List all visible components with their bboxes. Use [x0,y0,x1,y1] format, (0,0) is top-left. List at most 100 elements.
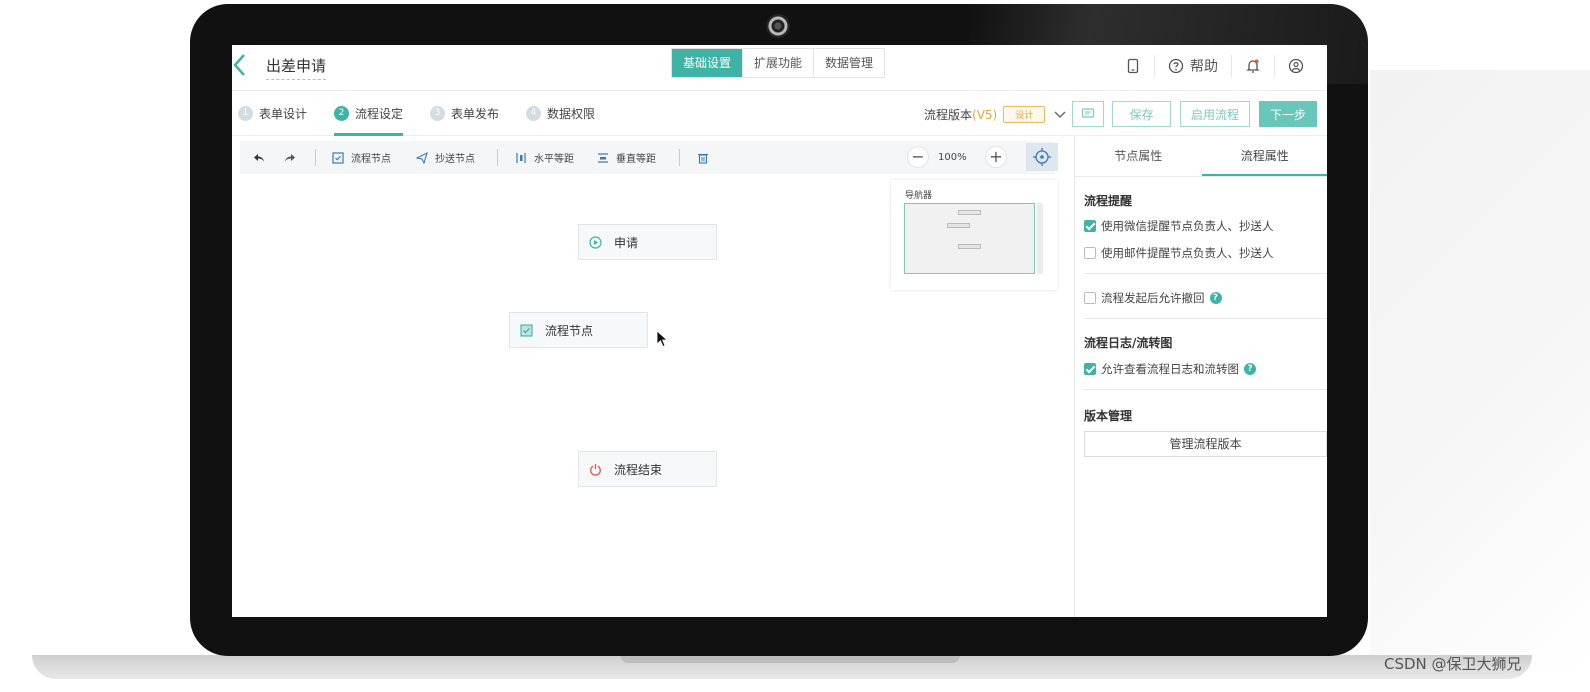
step-data-permission[interactable]: 4 数据权限 [526,102,595,124]
step-label: 流程设定 [355,106,404,121]
vertical-spacing-icon [598,152,608,163]
navigator-mini-node [947,223,970,228]
header-actions: 帮助 [1112,55,1317,77]
trash-icon [698,153,708,164]
play-circle-icon [589,235,602,249]
vertical-spacing-button[interactable]: 垂直等距 [597,141,656,174]
tab-basic-settings[interactable]: 基础设置 [672,49,743,77]
chevron-down-icon [1054,111,1066,118]
next-step-button[interactable]: 下一步 [1259,101,1317,127]
redo-button[interactable] [284,141,303,174]
panel-tabs: 节点属性 流程属性 [1075,137,1327,177]
delete-button[interactable] [697,141,716,174]
help-icon[interactable]: ? [1244,363,1256,375]
zoom-level: 100% [938,152,967,163]
steps-bar: 1 表单设计 2 流程设定 3 表单发布 4 数据权限 流程版本 (V5) 设计… [232,92,1327,136]
tablet-icon [1127,58,1139,74]
comment-button[interactable] [1072,101,1104,127]
step-flow-settings[interactable]: 2 流程设定 [334,102,404,136]
undo-icon [254,153,264,162]
canvas-toolbar: 流程节点 抄送节点 水平等距 垂直等距 − 100% + [240,141,1058,174]
navigator-panel[interactable]: 导航器 [891,180,1057,290]
section-divider [1084,318,1327,319]
step-number: 4 [526,105,541,121]
step-number: 3 [430,105,445,121]
watermark: CSDN @保卫大狮兄 [1384,655,1522,673]
wechat-reminder-option[interactable]: 使用微信提醒节点负责人、抄送人 [1084,218,1274,234]
notification-button[interactable] [1231,55,1274,77]
user-button[interactable] [1274,55,1317,77]
add-flow-node-button[interactable]: 流程节点 [332,141,391,174]
node-flow[interactable]: 流程节点 [509,312,648,348]
step-number: 1 [238,105,253,121]
node-label: 申请 [614,235,639,250]
toolbar-divider [679,149,680,166]
locate-button[interactable] [1026,143,1058,171]
form-node-icon [520,323,533,337]
navigator-title: 导航器 [905,191,933,201]
flow-node-label: 流程节点 [351,154,391,165]
app-title: 出差申请 [266,55,327,80]
v-spacing-label: 垂直等距 [616,154,656,165]
allow-withdraw-option[interactable]: 流程发起后允许撤回 ? [1084,290,1222,306]
log-section-title: 流程日志/流转图 [1084,336,1173,350]
node-label: 流程节点 [545,323,594,338]
add-cc-node-button[interactable]: 抄送节点 [416,141,475,174]
top-header: 出差申请 基础设置 扩展功能 数据管理 帮助 [232,45,1327,91]
chevron-left-icon[interactable] [232,53,246,82]
user-circle-icon [1288,58,1304,74]
node-end[interactable]: 流程结束 [578,451,717,487]
navigator-viewport[interactable] [904,203,1035,274]
step-form-design[interactable]: 1 表单设计 [238,102,307,124]
zoom-in-button[interactable]: + [985,146,1007,168]
step-label: 表单设计 [259,106,308,121]
wechat-reminder-checkbox[interactable] [1084,220,1096,232]
allow-view-log-option[interactable]: 允许查看流程日志和流转图 ? [1084,361,1256,377]
message-icon [1081,108,1095,118]
cc-node-label: 抄送节点 [435,154,475,165]
step-number: 2 [334,105,349,121]
app-screen: 出差申请 基础设置 扩展功能 数据管理 帮助 1 表单设计 2 流程设定 3 表… [232,45,1327,617]
redo-icon [285,153,295,162]
toolbar-divider [315,149,316,166]
crosshair-icon [1033,148,1051,166]
mobile-preview-button[interactable] [1112,55,1154,77]
undo-button[interactable] [253,141,272,174]
node-apply[interactable]: 申请 [578,224,717,260]
enable-flow-button[interactable]: 启用流程 [1180,101,1250,127]
background-shadow [1370,70,1590,670]
email-reminder-checkbox[interactable] [1084,247,1096,259]
tab-data-management[interactable]: 数据管理 [813,49,884,77]
manage-version-button[interactable]: 管理流程版本 [1084,431,1327,457]
allow-view-log-checkbox[interactable] [1084,363,1096,375]
save-button[interactable]: 保存 [1112,101,1171,127]
tab-flow-properties[interactable]: 流程属性 [1201,137,1327,176]
tab-extensions[interactable]: 扩展功能 [742,49,813,77]
h-spacing-label: 水平等距 [534,154,574,165]
allow-withdraw-label: 流程发起后允许撤回 [1101,291,1205,305]
horizontal-spacing-button[interactable]: 水平等距 [515,141,574,174]
help-button[interactable]: 帮助 [1154,55,1231,77]
zoom-out-button[interactable]: − [907,146,929,168]
power-icon [590,463,601,476]
version-value: (V5) [972,107,998,122]
toolbar-divider [497,149,498,166]
step-label: 表单发布 [451,106,500,121]
help-icon[interactable]: ? [1209,292,1222,304]
step-form-publish[interactable]: 3 表单发布 [430,102,499,124]
question-circle-icon [1168,58,1184,74]
tab-node-properties[interactable]: 节点属性 [1075,137,1202,176]
email-reminder-option[interactable]: 使用邮件提醒节点负责人、抄送人 [1084,245,1274,261]
allow-withdraw-checkbox[interactable] [1084,292,1096,304]
top-tabs: 基础设置 扩展功能 数据管理 [671,48,886,78]
version-section-title: 版本管理 [1084,409,1133,423]
version-selector[interactable]: 流程版本 (V5) 设计 [924,106,1067,123]
version-status-badge: 设计 [1003,106,1046,123]
mouse-cursor-icon [656,330,669,352]
version-label: 流程版本 [924,108,973,122]
form-node-icon [332,151,344,164]
allow-view-log-label: 允许查看流程日志和流转图 [1101,362,1239,376]
email-reminder-label: 使用邮件提醒节点负责人、抄送人 [1101,246,1274,260]
section-divider [1084,389,1327,390]
navigator-scrollbar[interactable] [1037,203,1043,274]
